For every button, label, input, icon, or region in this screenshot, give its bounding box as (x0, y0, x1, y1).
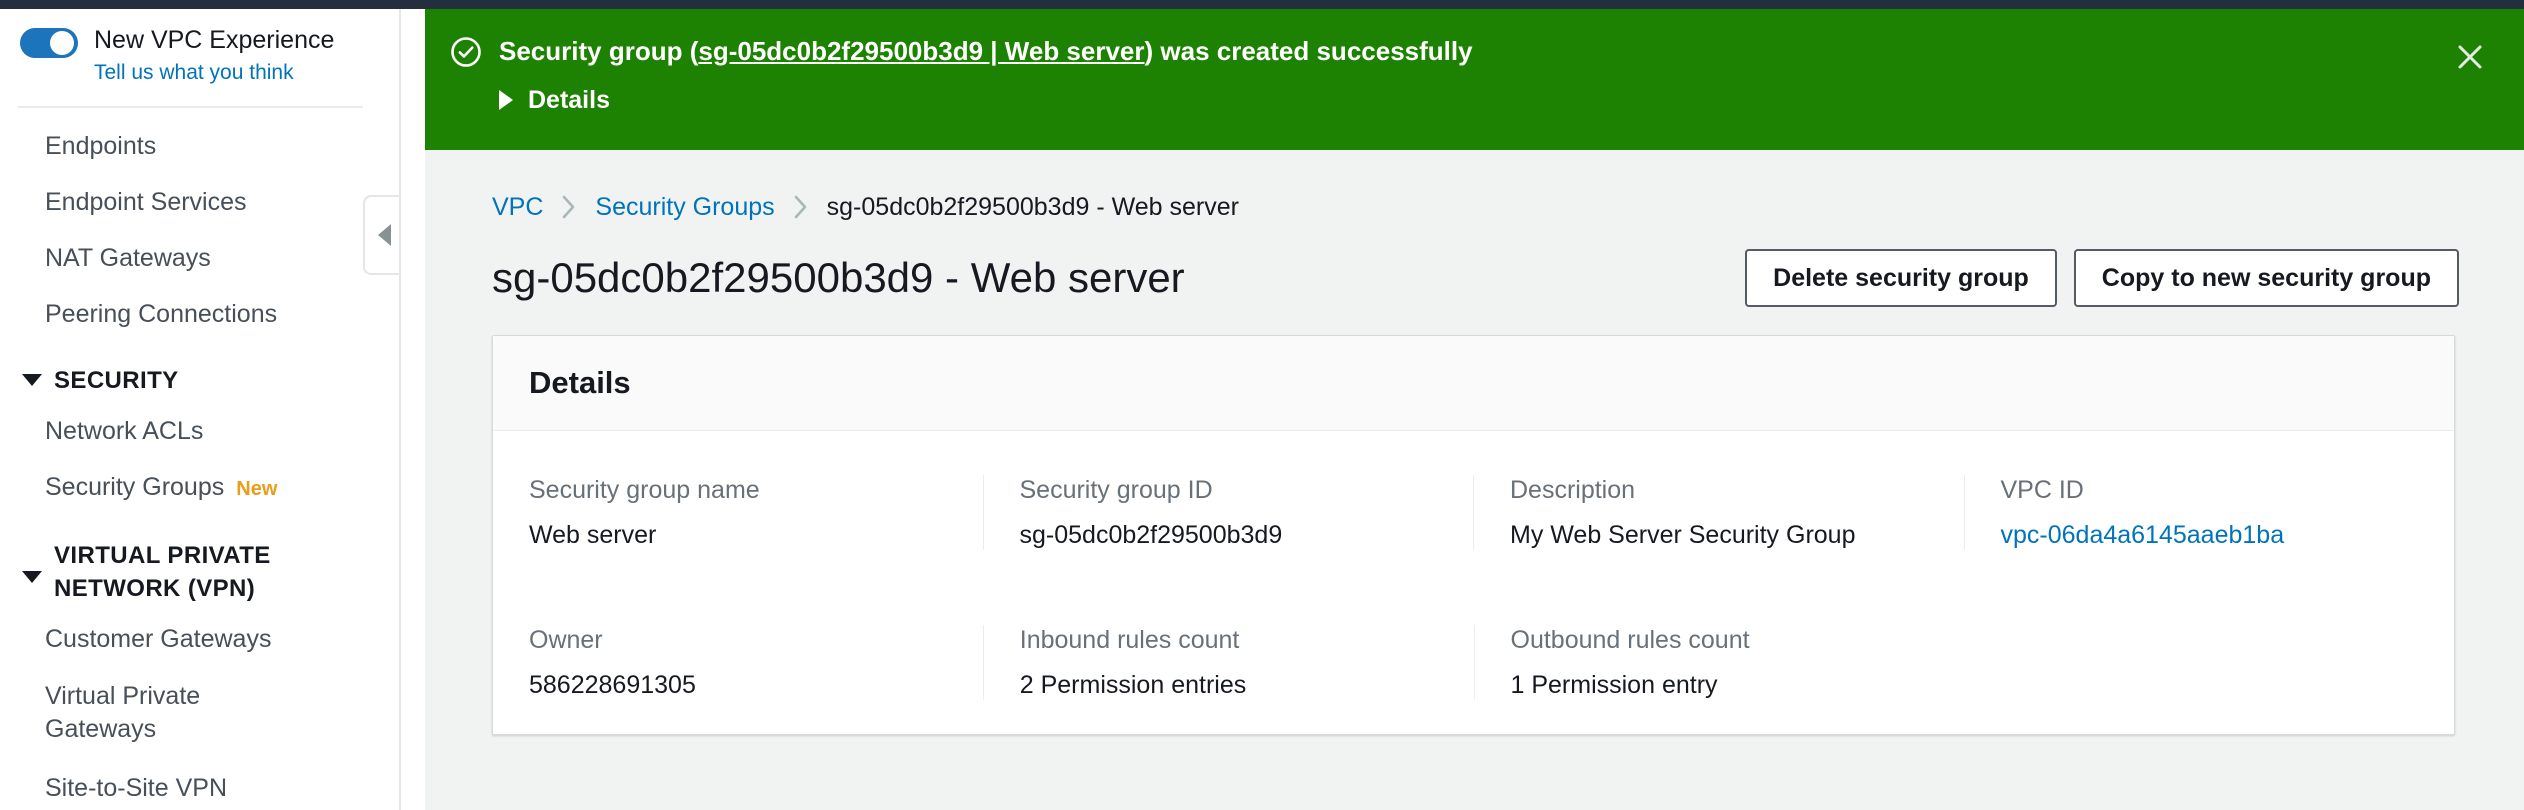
new-vpc-experience-texts: New VPC Experience Tell us what you thin… (94, 25, 334, 88)
vpc-console-screen: New VPC Experience Tell us what you thin… (0, 0, 2524, 810)
sidebar-item-label: Peering Connections (45, 300, 278, 328)
detail-field-empty (1964, 625, 2454, 700)
sidebar-item-customer-gateways[interactable]: Customer Gateways (0, 611, 399, 667)
page-title: sg-05dc0b2f29500b3d9 - Web server (492, 254, 1185, 301)
caret-right-icon (499, 90, 513, 110)
flash-message: Security group (sg-05dc0b2f29500b3d9 | W… (499, 34, 1473, 68)
sidebar-item-nat-gateways[interactable]: NAT Gateways (0, 230, 399, 286)
success-check-icon (450, 36, 482, 68)
sidebar-item-label: Endpoints (45, 132, 157, 160)
sidebar-group-virtual-private-network-vpn[interactable]: VIRTUAL PRIVATE NETWORK (VPN) (0, 517, 399, 611)
sidebar-item-endpoints[interactable]: Endpoints (0, 118, 399, 174)
details-row-gap (493, 550, 2454, 605)
detail-field-label: Owner (529, 626, 603, 654)
details-card: Details Security group name Web server Sec… (492, 335, 2455, 735)
detail-field-description: Description My Web Server Security Group (1473, 475, 1964, 550)
detail-field-label: Outbound rules count (1510, 626, 1750, 654)
feedback-link[interactable]: Tell us what you think (94, 58, 334, 88)
sidebar-item-label: Virtual Private Gateways (45, 682, 201, 743)
sidebar-collapse-button[interactable] (363, 195, 399, 275)
detail-field-value: 586228691305 (529, 671, 696, 699)
sidebar-item-label: Network ACLs (45, 417, 204, 445)
flash-message-link[interactable]: sg-05dc0b2f29500b3d9 | Web server (698, 36, 1144, 66)
detail-field-value: 1 Permission entry (1510, 671, 1718, 699)
breadcrumb-current: sg-05dc0b2f29500b3d9 - Web server (826, 193, 1239, 221)
detail-field-inbound-rules-count: Inbound rules count 2 Permission entries (982, 625, 1474, 700)
detail-field-label: VPC ID (2000, 476, 2084, 504)
copy-to-new-security-group-button[interactable]: Copy to new security group (2073, 249, 2459, 307)
flash-details-toggle[interactable]: Details (499, 85, 2524, 115)
flash-message-suffix: ) was created successfully (1144, 36, 1473, 66)
detail-field-label: Inbound rules count (1019, 626, 1240, 654)
detail-field-value: 2 Permission entries (1019, 671, 1247, 699)
breadcrumb: VPC Security Groups sg-05dc0b2f29500b3d9 -… (425, 150, 2524, 222)
sidebar-item-virtual-private-gateways[interactable]: Virtual Private Gateways (0, 667, 300, 759)
sidebar-item-label: Site-to-Site VPN Connections (45, 774, 228, 810)
detail-field-vpc-id: VPC ID vpc-06da4a6145aaeb1ba (1963, 475, 2455, 550)
details-field-row: Owner 586228691305 Inbound rules count 2 Pe… (493, 605, 2454, 700)
detail-field-outbound-rules-count: Outbound rules count 1 Permission entry (1473, 625, 1965, 700)
sidebar-item-site-to-site-vpn-connections[interactable]: Site-to-Site VPN Connections (0, 759, 300, 810)
detail-field-label: Security group ID (1019, 476, 1213, 504)
detail-field-value: sg-05dc0b2f29500b3d9 (1019, 521, 1283, 549)
detail-field-link[interactable]: vpc-06da4a6145aaeb1ba (2001, 520, 2425, 550)
caret-down-icon (22, 571, 42, 583)
detail-field-value: Web server (529, 521, 657, 549)
new-vpc-experience-row: New VPC Experience Tell us what you thin… (0, 9, 399, 88)
detail-field-security-group-id: Security group ID sg-05dc0b2f29500b3d9 (982, 475, 1474, 550)
toggle-knob (50, 31, 74, 55)
new-vpc-experience-label: New VPC Experience (94, 26, 335, 54)
details-card-title: Details (529, 365, 631, 400)
sidebar-item-label: Endpoint Services (45, 188, 247, 216)
vpc-sidebar: New VPC Experience Tell us what you thin… (0, 9, 401, 810)
detail-field-label: Description (1510, 476, 1636, 504)
main-content: Security group (sg-05dc0b2f29500b3d9 | W… (425, 9, 2524, 810)
flash-message-prefix: Security group ( (499, 36, 699, 66)
breadcrumb-link[interactable]: Security Groups (595, 192, 774, 222)
caret-down-icon (22, 374, 42, 386)
page-header: sg-05dc0b2f29500b3d9 - Web server Delete… (425, 222, 2524, 307)
sidebar-group-label: VIRTUAL PRIVATE NETWORK (VPN) (54, 542, 271, 602)
page-actions: Delete security group Copy to new securi… (1745, 249, 2459, 307)
new-vpc-experience-toggle[interactable] (20, 28, 78, 58)
detail-field-owner: Owner 586228691305 (493, 625, 983, 700)
sidebar-item-endpoint-services[interactable]: Endpoint Services (0, 174, 399, 230)
sidebar-group-label: SECURITY (54, 367, 179, 394)
chevron-left-icon (377, 224, 391, 246)
flash-details-label: Details (528, 86, 610, 114)
details-card-header: Details (493, 336, 2454, 431)
detail-field-label: Security group name (529, 476, 760, 504)
sidebar-item-label: NAT Gateways (45, 244, 211, 272)
breadcrumb-link[interactable]: VPC (492, 192, 543, 222)
delete-security-group-button[interactable]: Delete security group (1745, 249, 2057, 307)
detail-field-security-group-name: Security group name Web server (493, 475, 983, 550)
details-field-row: Security group name Web server Security gr… (493, 455, 2454, 550)
detail-field-value: My Web Server Security Group (1510, 521, 1856, 549)
success-flash-banner: Security group (sg-05dc0b2f29500b3d9 | W… (425, 9, 2524, 150)
new-badge: New (236, 478, 278, 500)
sidebar-item-label: Security Groups (45, 473, 225, 501)
sidebar-item-network-acls[interactable]: Network ACLs (0, 403, 399, 459)
sidebar-group-security[interactable]: SECURITY (0, 342, 399, 403)
details-card-body: Security group name Web server Security gr… (493, 431, 2454, 734)
console-top-strip (0, 0, 2524, 9)
sidebar-nav-list: Endpoints Endpoint Services NAT Gateways Pe… (0, 108, 399, 810)
breadcrumb-separator-icon (561, 194, 577, 220)
sidebar-item-peering-connections[interactable]: Peering Connections (0, 286, 399, 342)
flash-close-button[interactable] (2448, 35, 2492, 79)
breadcrumb-separator-icon (793, 194, 809, 220)
flash-message-row: Security group (sg-05dc0b2f29500b3d9 | W… (450, 34, 2524, 68)
sidebar-item-security-groups[interactable]: Security Groups New (0, 459, 399, 517)
sidebar-item-label: Customer Gateways (45, 625, 272, 653)
